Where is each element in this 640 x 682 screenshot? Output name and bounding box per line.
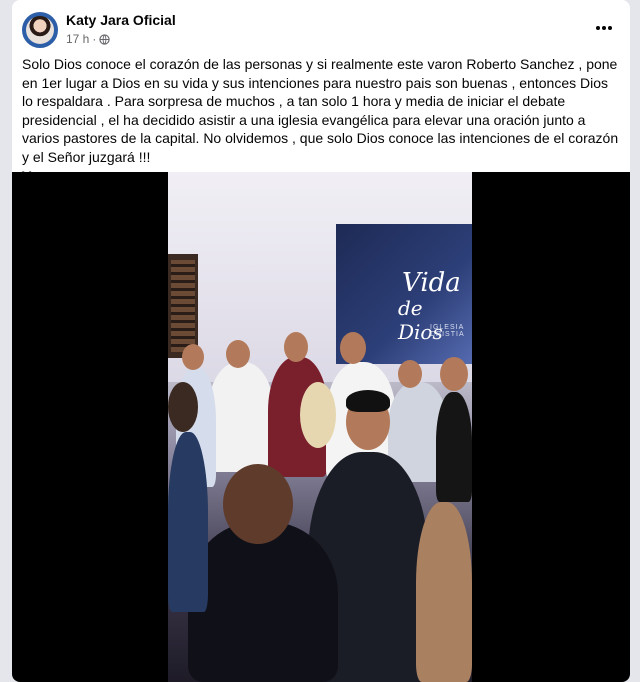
post-time[interactable]: 17 h: [66, 32, 89, 46]
post-body: Solo Dios conoce el corazón de las perso…: [22, 56, 619, 165]
post-text: Solo Dios conoce el corazón de las perso…: [22, 55, 622, 186]
video-person: [168, 432, 208, 612]
post-header: Katy Jara Oficial 17 h ·: [22, 10, 620, 50]
meta-separator: ·: [92, 32, 97, 46]
author-avatar[interactable]: [22, 12, 58, 48]
more-horizontal-icon: [596, 26, 612, 30]
video-person-head: [340, 332, 366, 364]
more-options-button[interactable]: [592, 16, 616, 40]
video-person: [208, 362, 274, 472]
video-person-head: [168, 382, 198, 432]
video-person-head: [182, 344, 204, 370]
banner-title: Vida: [402, 268, 461, 298]
author-name[interactable]: Katy Jara Oficial: [66, 12, 176, 28]
post-meta: 17 h ·: [66, 32, 111, 46]
video-person: [188, 522, 338, 682]
video-person-head: [226, 340, 250, 368]
video-person: [436, 392, 472, 502]
globe-icon: [99, 33, 111, 45]
banner-small-text: IGLESIA CRISTIA: [430, 324, 465, 338]
video-person-head: [398, 360, 422, 388]
post-card: Katy Jara Oficial 17 h · Solo Dios conoc…: [12, 0, 630, 682]
video-shelf: [168, 254, 198, 358]
video-person: [416, 502, 472, 682]
video-person-hair: [346, 390, 390, 412]
video-frame[interactable]: Vida de Dios IGLESIA CRISTIA: [168, 172, 472, 682]
video-person-head: [284, 332, 308, 362]
video-player[interactable]: Vida de Dios IGLESIA CRISTIA: [12, 172, 630, 682]
hat-prop: [300, 382, 336, 448]
video-person-head: [440, 357, 468, 391]
video-person-head: [223, 464, 293, 544]
